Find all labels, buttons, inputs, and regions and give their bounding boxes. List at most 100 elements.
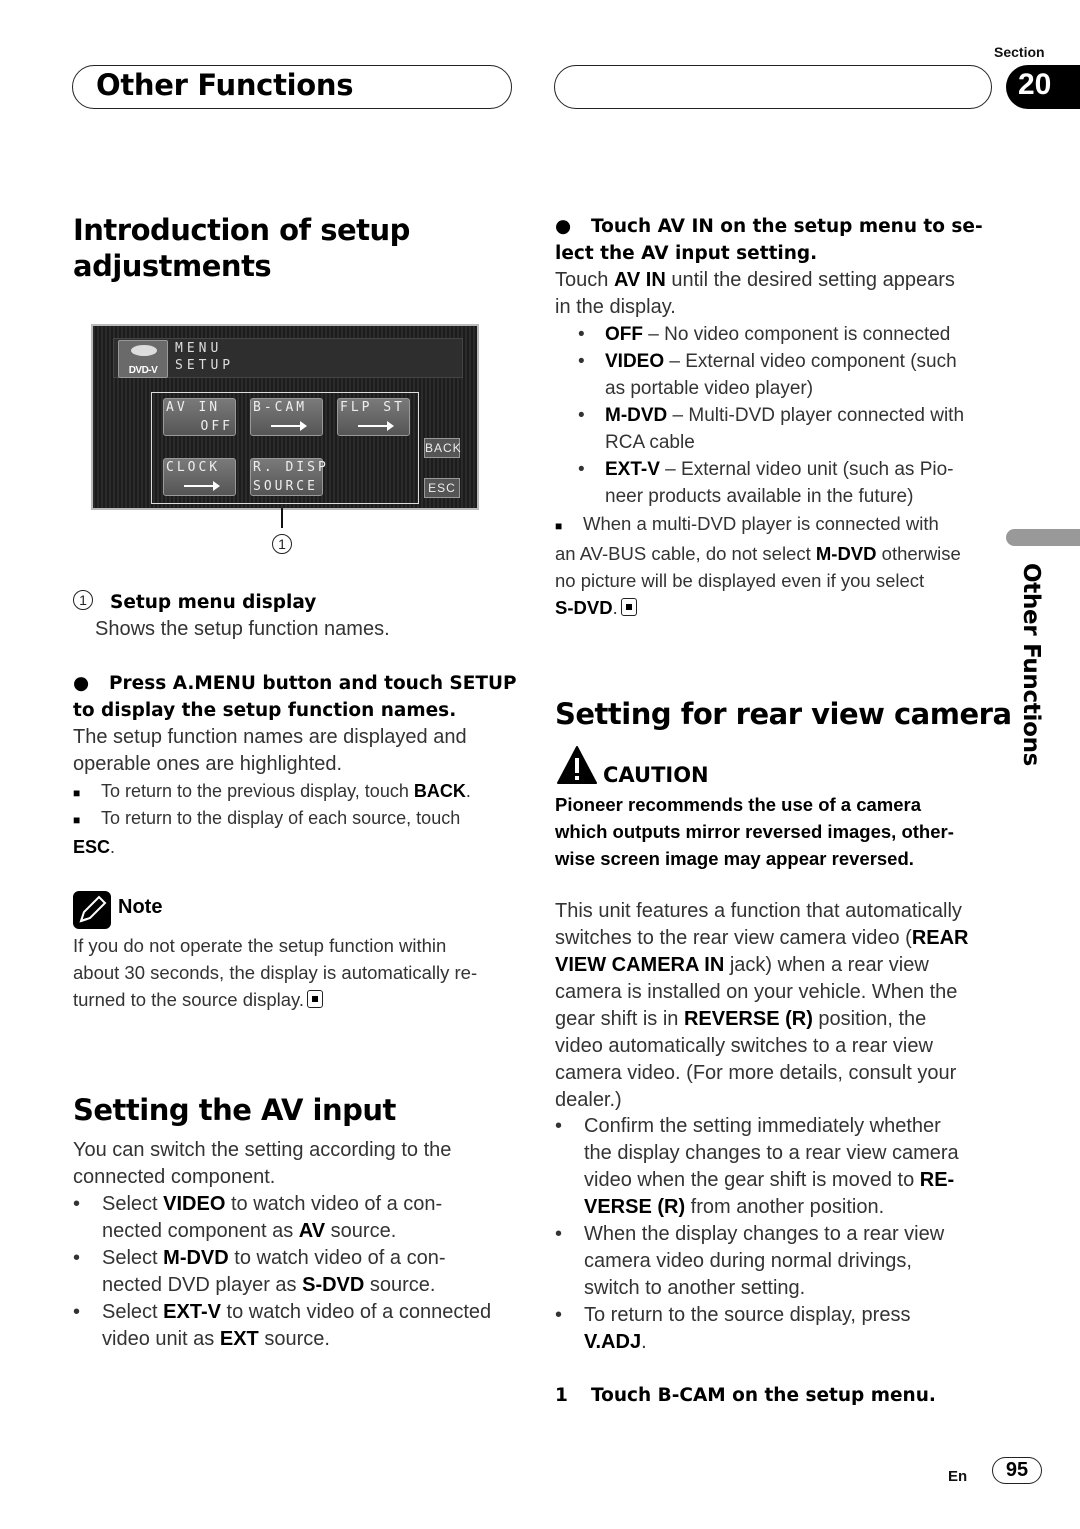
bold-text: RE- — [919, 1169, 955, 1191]
intro-step-desc: The setup function names are displayed a… — [73, 724, 467, 778]
setup-menu-screen: DVD-V MENU SETUP AV IN OFF B-CAM FLP ST … — [91, 324, 479, 510]
callout-number: 1 — [272, 534, 292, 554]
bold-text: VIDEO — [163, 1193, 226, 1215]
footer-language: En — [948, 1468, 968, 1485]
tip-esc-bold: ESC — [73, 837, 111, 857]
legend-number: 1 — [73, 590, 93, 610]
callout-marker: 1 — [272, 534, 292, 554]
bold-text: V.ADJ — [584, 1331, 642, 1353]
text: dealer.) — [555, 1089, 622, 1111]
bold-text: AV IN — [613, 269, 666, 291]
option-name: VIDEO — [605, 351, 665, 372]
mdvd-warning: ■ When a multi-DVD player is connected wi… — [555, 513, 961, 618]
bold-text: M-DVD — [163, 1247, 229, 1269]
square-bullet-icon: ■ — [73, 813, 81, 827]
end-mark-icon — [620, 598, 637, 616]
bold-text: VERSE (R) — [584, 1196, 686, 1218]
option-desc-line2: RCA cable — [605, 432, 695, 453]
bold-text: REAR — [911, 927, 969, 949]
option-desc: – No video component is connected — [643, 324, 951, 345]
rear-camera-description: This unit features a function that autom… — [555, 898, 968, 1114]
av-bullet-video: • Select VIDEO to watch video of a con- … — [73, 1191, 442, 1245]
tip-back-bold: BACK — [413, 781, 466, 801]
back-button[interactable]: BACK — [424, 438, 461, 458]
caution-text: Pioneer recommends the use of a camera w… — [555, 791, 954, 872]
note-pencil-icon — [73, 891, 111, 929]
section-number: 20 — [1018, 68, 1052, 101]
intro-desc-line1: The setup function names are displayed a… — [73, 726, 467, 748]
step-bullet-icon: ● — [555, 216, 572, 237]
av-step: ● Touch AV IN on the setup menu to se- le… — [555, 213, 983, 267]
text: camera video. (For more details, consult… — [555, 1062, 957, 1084]
b-cam-button[interactable]: B-CAM — [250, 398, 323, 436]
option-video: • VIDEO – External video component (such… — [578, 348, 957, 402]
option-mdvd: • M-DVD – Multi-DVD player connected wit… — [578, 402, 964, 456]
flp-st-button[interactable]: FLP ST — [337, 398, 410, 436]
option-off: • OFF – No video component is connected — [578, 321, 950, 348]
text: source. — [325, 1220, 397, 1242]
step-bullet-icon: ● — [73, 673, 90, 694]
rear-bullet-normal-driving: • When the display changes to a rear vie… — [555, 1221, 944, 1302]
square-bullet-icon: ■ — [555, 519, 563, 533]
end-mark-icon — [307, 990, 324, 1008]
av-step-line2: lect the AV input setting. — [555, 243, 818, 264]
text: to watch video of a connected — [220, 1301, 492, 1323]
note-line3: turned to the source display. — [73, 989, 305, 1010]
bullet-icon: • — [555, 1304, 563, 1326]
rear-camera-heading: Setting for rear view camera — [555, 697, 1012, 731]
text: When a multi-DVD player is connected wit… — [583, 513, 939, 534]
text: source. — [258, 1328, 330, 1350]
chapter-title: Other Functions — [96, 68, 354, 102]
option-name: M-DVD — [605, 405, 668, 426]
bullet-icon: • — [578, 459, 585, 480]
callout-legend: 1 — [73, 590, 93, 610]
section-label: Section — [994, 44, 1045, 60]
screen-title-setup: SETUP — [175, 358, 235, 373]
square-bullet-icon: ■ — [73, 786, 81, 800]
dvd-source-icon[interactable]: DVD-V — [118, 340, 168, 378]
note-line1: If you do not operate the setup function… — [73, 935, 447, 956]
option-desc: – External video component (such — [664, 351, 957, 372]
bullet-icon: • — [578, 405, 585, 426]
text: video automatically switches to a rear v… — [555, 1035, 933, 1057]
header-empty-pill — [554, 65, 992, 109]
intro-heading: Introduction of setup adjustments — [73, 212, 410, 284]
av-intro-line1: You can switch the setting according to … — [73, 1139, 452, 1161]
screen-title-menu: MENU — [175, 341, 223, 356]
text: source. — [364, 1274, 436, 1296]
text: video when the gear shift is moved to — [584, 1169, 920, 1191]
text: otherwise — [876, 543, 961, 564]
bullet-icon: • — [73, 1247, 81, 1269]
tip-esc-text: To return to the display of each source,… — [101, 808, 461, 828]
note-body: If you do not operate the setup function… — [73, 932, 477, 1013]
bold-text: S-DVD — [302, 1274, 365, 1296]
text: Confirm the setting immediately whether — [584, 1115, 941, 1137]
text: until the desired setting appears — [665, 269, 955, 291]
text: switches to the rear view camera video ( — [555, 927, 912, 949]
intro-heading-line1: Introduction of setup — [73, 213, 410, 247]
step-text: Touch B-CAM on the setup menu. — [591, 1385, 936, 1406]
text: This unit features a function that autom… — [555, 900, 962, 922]
text: Select — [102, 1193, 164, 1215]
av-bullet-extv: • Select EXT-V to watch video of a conne… — [73, 1299, 491, 1353]
option-desc-line2: as portable video player) — [605, 378, 814, 399]
esc-button[interactable]: ESC — [424, 478, 460, 498]
intro-step-line2: to display the setup function names. — [73, 700, 457, 721]
text: Touch — [555, 269, 614, 291]
av-in-button[interactable]: AV IN OFF — [163, 398, 236, 436]
text: Select — [102, 1301, 164, 1323]
clock-button[interactable]: CLOCK — [163, 458, 236, 496]
callout-line — [281, 508, 283, 528]
option-desc: – External video unit (such as Pio- — [659, 459, 954, 480]
bullet-icon: • — [578, 351, 585, 372]
text: video unit as — [102, 1328, 220, 1350]
caution-warning-icon — [556, 745, 598, 785]
text: To return to the source display, press — [584, 1304, 911, 1326]
bullet-icon: • — [73, 1301, 81, 1323]
bold-text: VIEW CAMERA IN — [555, 954, 725, 976]
step-number: 1 — [555, 1385, 568, 1406]
r-disp-button[interactable]: R. DISP SOURCE — [250, 458, 326, 496]
av-step-desc: Touch AV IN until the desired setting ap… — [555, 267, 955, 321]
rear-bullet-return: • To return to the source display, press… — [555, 1304, 911, 1353]
av-intro-line2: connected component. — [73, 1166, 276, 1188]
